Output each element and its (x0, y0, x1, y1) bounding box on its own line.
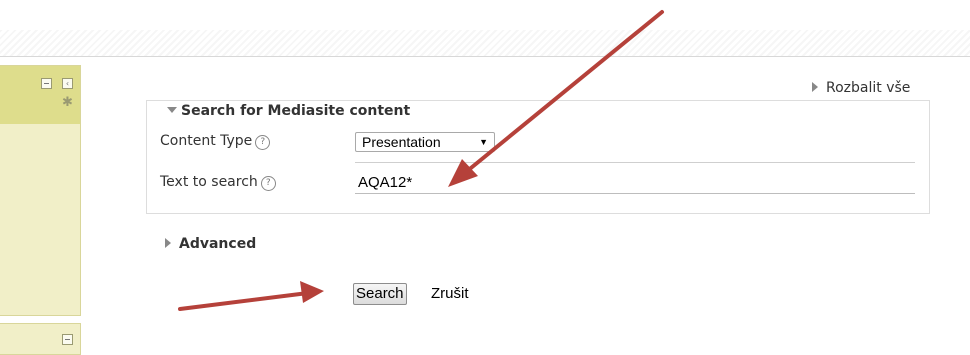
annotation-arrow-to-input (448, 10, 664, 187)
annotation-arrow-to-search (178, 281, 324, 311)
annotation-arrows (178, 10, 664, 311)
